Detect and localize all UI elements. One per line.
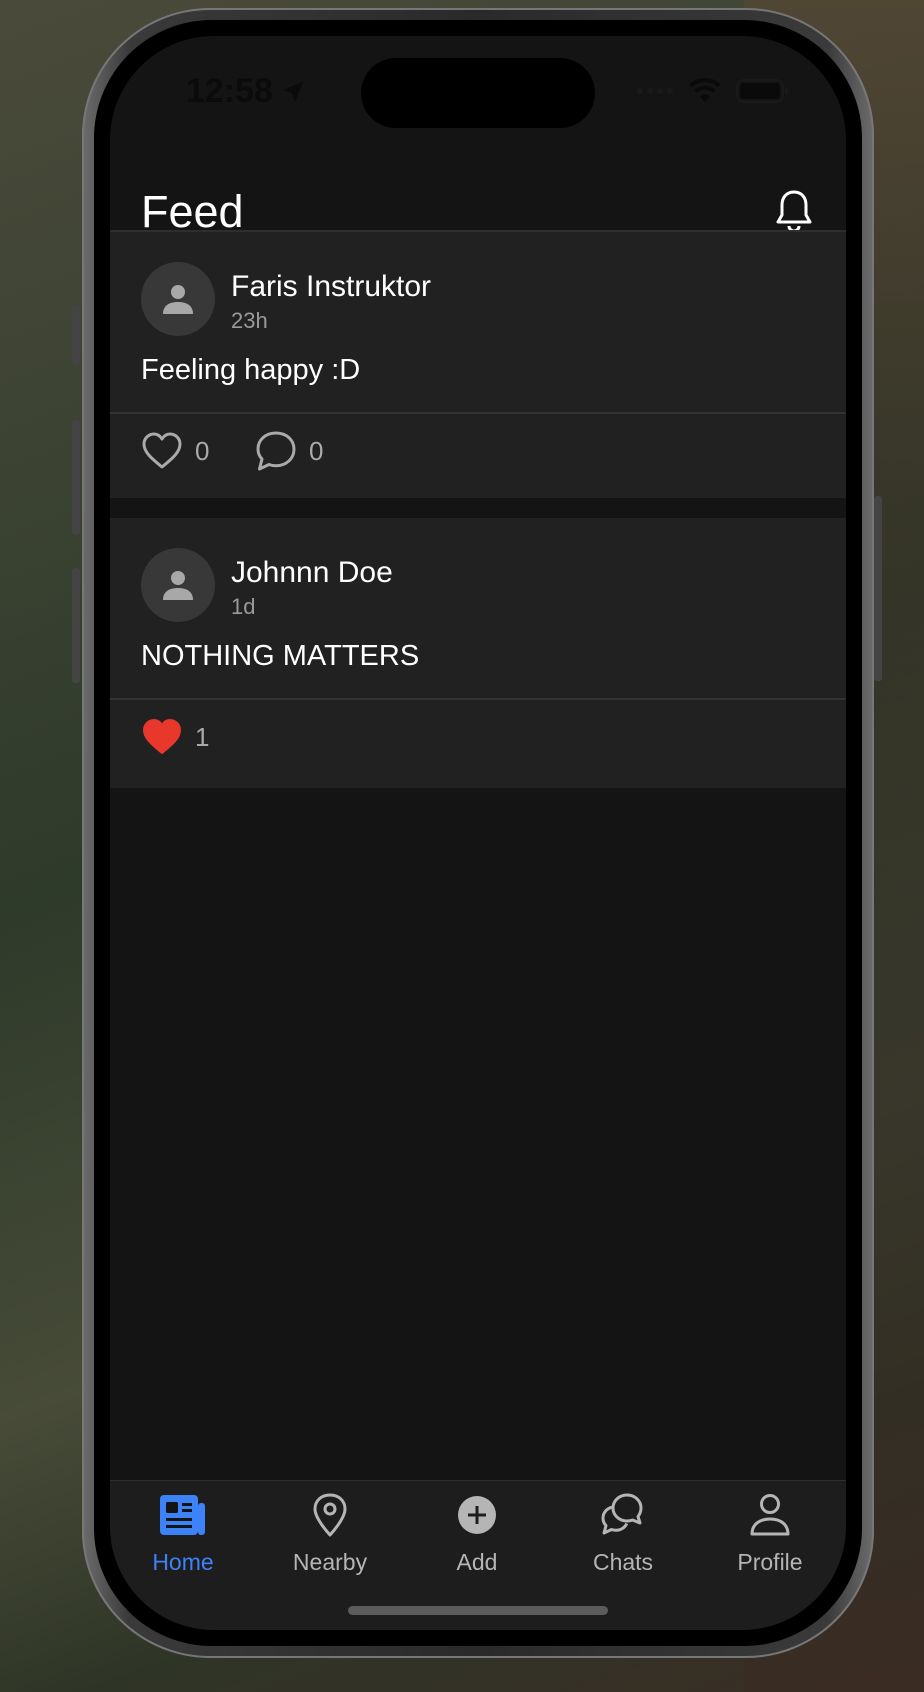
like-count: 0 (195, 435, 210, 466)
app-screen: 12:58 Feed Faris Instruktor 23h Feeling … (110, 36, 846, 1630)
post-time: 1d (231, 594, 256, 619)
post-divider (110, 698, 846, 700)
add-circle-icon (458, 1496, 496, 1534)
wifi-icon (689, 78, 721, 102)
phone-power-button (874, 496, 882, 681)
post-content: Feeling happy :D (141, 354, 361, 386)
tab-label: Nearby (292, 1549, 368, 1575)
newspaper-icon (160, 1495, 205, 1535)
battery-icon (736, 79, 788, 103)
notification-bell-icon[interactable] (774, 188, 814, 234)
tab-chats[interactable]: Chats (563, 1491, 683, 1591)
post-content: NOTHING MATTERS (141, 640, 420, 672)
post-author[interactable]: Faris Instruktor (231, 270, 431, 304)
tab-label: Home (152, 1549, 214, 1575)
post-divider (110, 412, 846, 414)
avatar[interactable] (141, 262, 215, 336)
person-placeholder-icon (163, 285, 193, 314)
like-button[interactable]: 1 (141, 718, 209, 756)
tab-label: Add (456, 1549, 498, 1575)
cellular-signal-icon (637, 88, 673, 94)
comment-bubble-icon (256, 431, 296, 471)
status-time: 12:58 (186, 72, 307, 111)
comment-button[interactable]: 0 (255, 430, 323, 472)
location-arrow-icon (282, 81, 304, 102)
location-pin-icon (313, 1493, 347, 1537)
comment-count: 0 (309, 435, 324, 466)
post-time: 23h (231, 308, 268, 333)
feed-post[interactable]: Faris Instruktor 23h Feeling happy :D 0 … (110, 232, 846, 498)
tab-label: Profile (737, 1549, 803, 1575)
person-icon (750, 1494, 790, 1536)
heart-filled-icon (143, 719, 181, 754)
person-placeholder-icon (163, 571, 193, 600)
dynamic-island (361, 58, 595, 128)
status-time-label: 12:58 (186, 72, 273, 110)
tab-label: Chats (592, 1549, 654, 1575)
tab-home[interactable]: Home (123, 1491, 243, 1591)
tab-nearby[interactable]: Nearby (270, 1491, 390, 1591)
tab-profile[interactable]: Profile (710, 1491, 830, 1591)
feed-post[interactable]: Johnnn Doe 1d NOTHING MATTERS 1 (110, 518, 846, 788)
avatar[interactable] (141, 548, 215, 622)
phone-volume-down-button (72, 568, 80, 683)
status-bar: 12:58 (110, 36, 846, 146)
phone-action-button (72, 305, 80, 365)
like-count: 1 (195, 721, 210, 752)
chat-bubbles-icon (601, 1493, 643, 1535)
home-indicator (348, 1606, 608, 1615)
status-indicators (636, 78, 790, 104)
like-button[interactable]: 0 (141, 432, 209, 470)
post-author[interactable]: Johnnn Doe (231, 556, 393, 590)
tab-add[interactable]: Add (417, 1491, 537, 1591)
heart-outline-icon (142, 432, 182, 469)
phone-volume-up-button (72, 420, 80, 535)
